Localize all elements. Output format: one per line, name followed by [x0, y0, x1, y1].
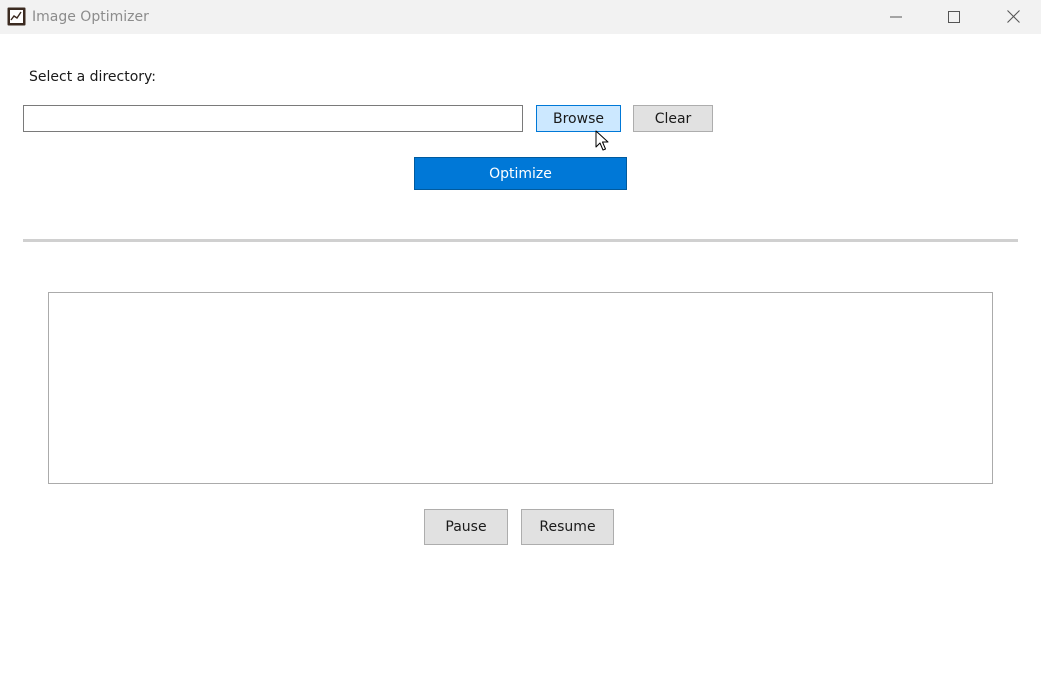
resume-button[interactable]: Resume [521, 509, 614, 545]
close-button[interactable] [990, 0, 1036, 33]
mouse-pointer-icon [595, 130, 609, 151]
app-image-icon [7, 7, 26, 26]
title-bar[interactable]: Image Optimizer [0, 0, 1041, 34]
pause-button[interactable]: Pause [424, 509, 508, 545]
minimize-button[interactable] [873, 0, 919, 33]
optimize-button[interactable]: Optimize [414, 157, 627, 190]
log-output[interactable] [48, 292, 993, 484]
directory-input[interactable] [23, 105, 523, 132]
directory-label: Select a directory: [29, 69, 156, 85]
browse-button[interactable]: Browse [536, 105, 621, 132]
window-title: Image Optimizer [32, 9, 149, 25]
app-window: Image Optimizer Select a directory: Brow… [0, 0, 1041, 676]
maximize-icon [948, 10, 960, 23]
close-icon [1006, 10, 1020, 23]
clear-button[interactable]: Clear [633, 105, 713, 132]
maximize-button[interactable] [931, 0, 977, 33]
section-divider [23, 239, 1018, 242]
minimize-icon [890, 16, 902, 17]
